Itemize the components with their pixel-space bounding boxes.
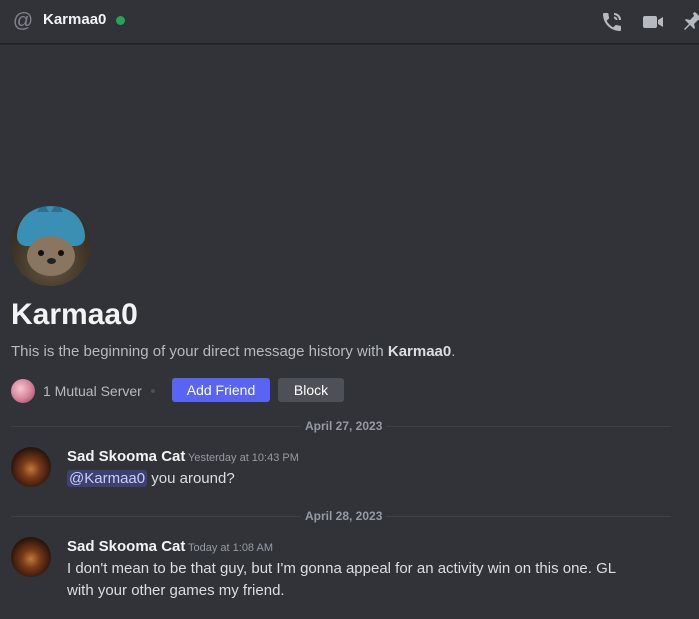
message-author[interactable]: Sad Skooma Cat [67,448,185,466]
date-divider-label: April 28, 2023 [301,509,387,523]
channel-header: @ Karmaa0 [0,0,699,44]
profile-avatar[interactable] [11,206,91,286]
message-timestamp: Today at 1:08 AM [188,542,273,554]
at-icon: @ [12,10,34,32]
header-title[interactable]: Karmaa0 [43,11,106,29]
date-divider-label: April 27, 2023 [301,419,387,433]
message-author[interactable]: Sad Skooma Cat [67,538,185,556]
message-timestamp: Yesterday at 10:43 PM [188,452,299,464]
message-avatar[interactable] [11,447,51,487]
online-status-dot [116,16,125,25]
intro-username: Karmaa0 [387,343,452,360]
block-button[interactable]: Block [278,378,344,402]
voice-call-icon[interactable] [600,10,624,34]
mutual-servers-link[interactable]: 1 Mutual Server [43,383,142,399]
message-avatar[interactable] [11,537,51,577]
user-mention[interactable]: @Karmaa0 [67,470,148,487]
mutual-server-icon[interactable] [11,379,35,403]
pin-icon[interactable] [681,10,699,34]
add-friend-button[interactable]: Add Friend [172,378,270,402]
intro-text: This is the beginning of your direct mes… [11,343,455,361]
intro-suffix: . [451,343,456,360]
intro-prefix: This is the beginning of your direct mes… [11,343,388,360]
avatar-otter-face [27,236,75,276]
message-content: @Karmaa0 you around? [67,468,657,490]
separator-dot [151,389,155,393]
video-call-icon[interactable] [641,10,665,34]
message-text: you around? [147,470,235,487]
profile-name: Karmaa0 [11,298,138,331]
message-content: I don't mean to be that guy, but I'm gon… [67,560,616,599]
